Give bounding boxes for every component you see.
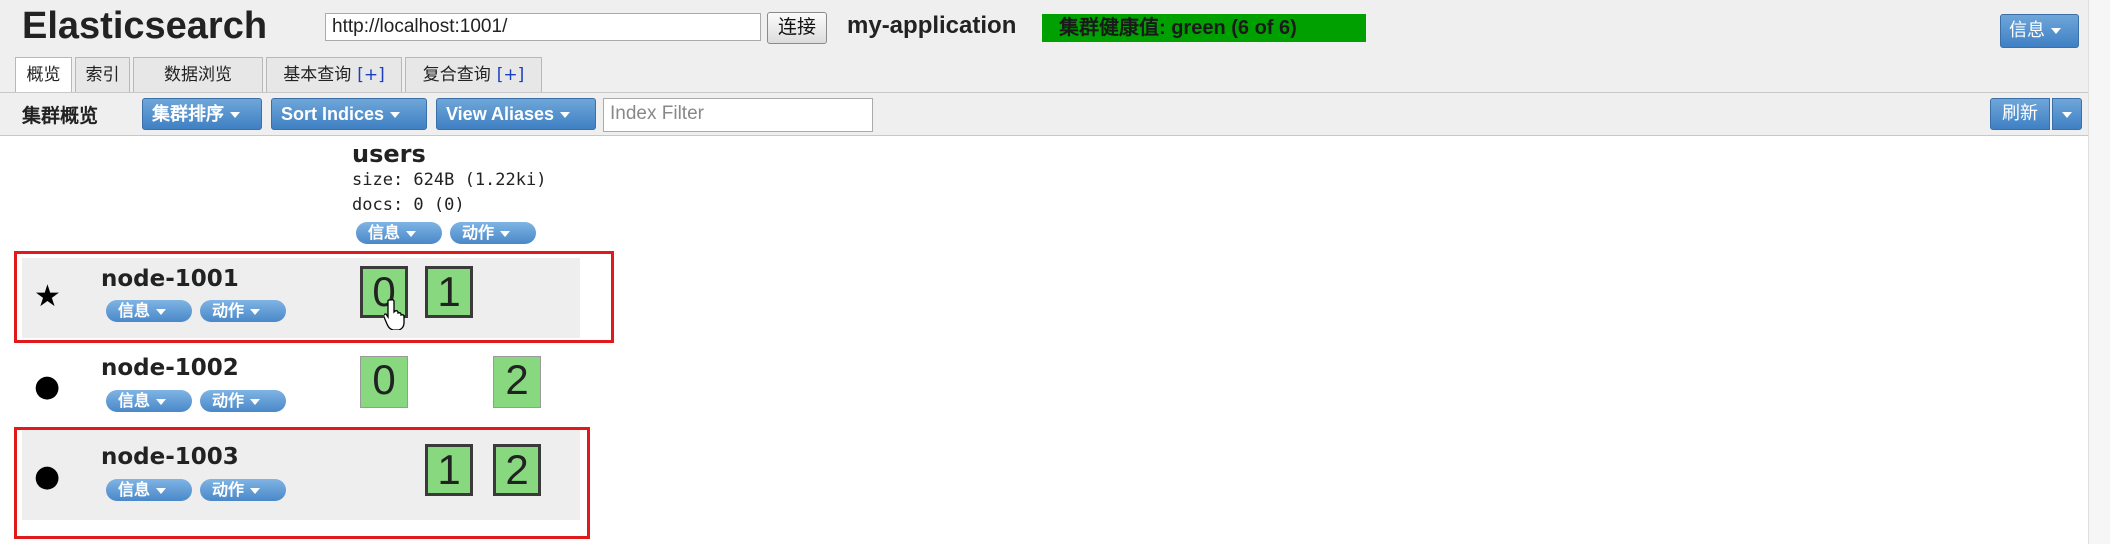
index-info-button[interactable]: 信息	[356, 222, 442, 244]
app-logo: Elasticsearch	[22, 5, 268, 47]
elasticsearch-head-app: Elasticsearch http://localhost:1001/ 连接 …	[0, 0, 2088, 544]
chevron-down-icon	[2051, 28, 2061, 34]
add-tab-icon[interactable]: [+]	[357, 65, 385, 85]
cluster-url-input[interactable]: http://localhost:1001/	[325, 13, 761, 41]
tab-compound-query[interactable]: 复合查询 [+]	[405, 57, 542, 92]
button-label: Sort Indices	[281, 104, 385, 124]
add-tab-icon[interactable]: [+]	[497, 65, 525, 85]
view-aliases-button[interactable]: View Aliases	[436, 98, 596, 130]
chevron-down-icon	[2062, 111, 2072, 118]
cluster-health-badge: 集群健康值: green (6 of 6)	[1042, 14, 1366, 42]
button-label: 信息	[118, 391, 151, 410]
connect-button[interactable]: 连接	[767, 12, 827, 44]
node-action-button[interactable]: 动作	[200, 390, 286, 412]
highlight-box-node-1001	[14, 251, 614, 343]
overview-toolbar: 集群概览 集群排序 Sort Indices View Aliases Inde…	[0, 92, 2088, 136]
chevron-down-icon	[250, 398, 261, 405]
node-dot-icon: ●	[34, 369, 61, 404]
hand-cursor-icon	[384, 299, 405, 330]
sort-indices-button[interactable]: Sort Indices	[271, 98, 427, 130]
info-menu-button[interactable]: 信息	[2000, 14, 2079, 48]
replica-shard[interactable]: 2	[493, 356, 541, 408]
tab-label: 索引	[85, 65, 120, 85]
sort-cluster-button[interactable]: 集群排序	[142, 98, 262, 130]
right-scroll-edge	[2088, 0, 2110, 544]
chevron-down-icon	[230, 112, 240, 119]
chevron-down-icon	[560, 112, 571, 119]
tab-indices[interactable]: 索引	[75, 57, 130, 92]
refresh-options-button[interactable]	[2052, 98, 2082, 130]
replica-shard[interactable]: 0	[360, 356, 408, 408]
tab-overview[interactable]: 概览	[15, 57, 72, 93]
chevron-down-icon	[156, 398, 167, 405]
index-docs: docs: 0 (0)	[352, 195, 465, 215]
tab-label: 数据浏览	[164, 65, 232, 85]
cluster-name: my-application	[847, 12, 1017, 39]
button-label: 动作	[212, 391, 245, 410]
tab-label: 基本查询	[283, 65, 352, 85]
toolbar-title: 集群概览	[22, 105, 99, 127]
button-label: View Aliases	[446, 104, 555, 124]
index-name: users	[352, 140, 426, 168]
button-label: 集群排序	[152, 104, 224, 124]
tab-label: 概览	[26, 65, 61, 85]
tab-basic-query[interactable]: 基本查询 [+]	[266, 57, 402, 92]
node-info-button[interactable]: 信息	[106, 390, 192, 412]
header-bar: Elasticsearch http://localhost:1001/ 连接 …	[0, 0, 2088, 93]
tab-label: 复合查询	[422, 65, 491, 85]
index-size: size: 624B (1.22ki)	[352, 170, 547, 190]
chevron-down-icon	[500, 230, 511, 237]
index-action-button[interactable]: 动作	[450, 222, 536, 244]
button-label: 信息	[368, 223, 401, 242]
chevron-down-icon	[406, 230, 417, 237]
highlight-box-node-1003	[14, 427, 590, 539]
node-name: node-1002	[101, 355, 239, 381]
tab-browser[interactable]: 数据浏览	[133, 57, 263, 92]
index-filter-input[interactable]: Index Filter	[603, 98, 873, 132]
info-menu-label: 信息	[2009, 20, 2045, 41]
button-label: 动作	[462, 223, 495, 242]
chevron-down-icon	[390, 112, 401, 119]
refresh-button[interactable]: 刷新	[1990, 98, 2050, 130]
